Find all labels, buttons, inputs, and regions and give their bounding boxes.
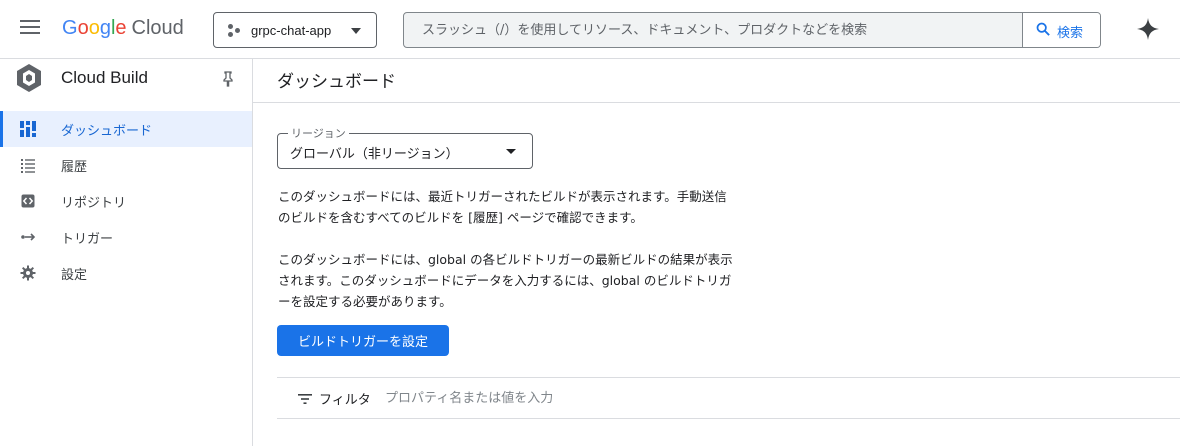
- setup-build-trigger-button[interactable]: ビルドトリガーを設定: [277, 325, 449, 356]
- search-icon: [1036, 22, 1050, 36]
- pin-icon[interactable]: [221, 71, 235, 87]
- project-selector[interactable]: grpc-chat-app: [213, 12, 377, 48]
- hamburger-menu-icon[interactable]: [20, 20, 40, 36]
- top-bar: GoogleCloud grpc-chat-app 検索: [0, 0, 1180, 59]
- page-title: ダッシュボード: [277, 72, 396, 92]
- repository-icon: [21, 194, 35, 208]
- sidebar-item-settings[interactable]: 設定: [0, 255, 252, 291]
- project-icon: [228, 24, 242, 38]
- sidebar: Cloud Build ダッシュボード 履歴 リポジトリ トリガー 設定: [0, 59, 253, 446]
- chevron-down-icon: [351, 28, 361, 34]
- region-select-value: グローバル（非リージョン）: [290, 147, 459, 162]
- description-line: のビルドを含むすべてのビルドを [履歴] ページで確認できます。: [278, 210, 643, 225]
- gear-icon: [20, 265, 36, 281]
- trigger-description: このダッシュボードには、global の各ビルドトリガーの最新ビルドの結果が表示…: [278, 249, 788, 312]
- trigger-arrow-icon: [21, 233, 36, 241]
- search-bar: 検索: [403, 12, 1101, 48]
- product-title: Cloud Build: [61, 68, 148, 87]
- sidebar-item-label: トリガー: [61, 232, 114, 247]
- sidebar-item-label: ダッシュボード: [61, 124, 153, 139]
- list-icon: [21, 159, 35, 173]
- region-select-label: リージョン: [288, 125, 349, 141]
- sidebar-item-triggers[interactable]: トリガー: [0, 219, 252, 255]
- sidebar-item-history[interactable]: 履歴: [0, 147, 252, 183]
- chevron-down-icon: [506, 149, 516, 154]
- sidebar-item-repositories[interactable]: リポジトリ: [0, 183, 252, 219]
- cloud-build-logo-icon: [17, 64, 41, 92]
- main-content: ダッシュボード リージョン グローバル（非リージョン） このダッシュボードには、…: [253, 59, 1180, 446]
- sidebar-header: Cloud Build: [0, 59, 252, 101]
- description-line: このダッシュボードには、最近トリガーされたビルドが表示されます。手動送信: [278, 189, 727, 204]
- filter-icon[interactable]: [298, 393, 312, 405]
- description-line: されます。このダッシュボードにデータを入力するには、global のビルドトリガ: [278, 273, 732, 288]
- sidebar-item-label: 設定: [61, 268, 88, 283]
- search-button[interactable]: 検索: [1022, 13, 1100, 47]
- description-line: このダッシュボードには、global の各ビルドトリガーの最新ビルドの結果が表示: [278, 252, 733, 267]
- google-cloud-logo[interactable]: Google Cloud: [62, 17, 184, 40]
- search-button-label: 検索: [1057, 26, 1084, 41]
- dashboard-icon: [20, 121, 36, 137]
- dashboard-description: このダッシュボードには、最近トリガーされたビルドが表示されます。手動送信 のビル…: [278, 186, 788, 228]
- filter-bar: フィルタ: [277, 377, 1180, 419]
- sidebar-item-label: 履歴: [61, 160, 88, 175]
- sidebar-item-dashboard[interactable]: ダッシュボード: [0, 111, 252, 147]
- filter-input[interactable]: [385, 386, 785, 410]
- description-line: ーを設定する必要があります。: [278, 294, 452, 309]
- project-name: grpc-chat-app: [251, 23, 332, 38]
- sidebar-item-label: リポジトリ: [61, 196, 127, 211]
- gemini-spark-icon[interactable]: [1136, 17, 1160, 41]
- region-select[interactable]: リージョン グローバル（非リージョン）: [277, 125, 533, 169]
- divider: [253, 102, 1180, 103]
- search-input[interactable]: [404, 13, 1022, 47]
- filter-label: フィルタ: [319, 393, 371, 408]
